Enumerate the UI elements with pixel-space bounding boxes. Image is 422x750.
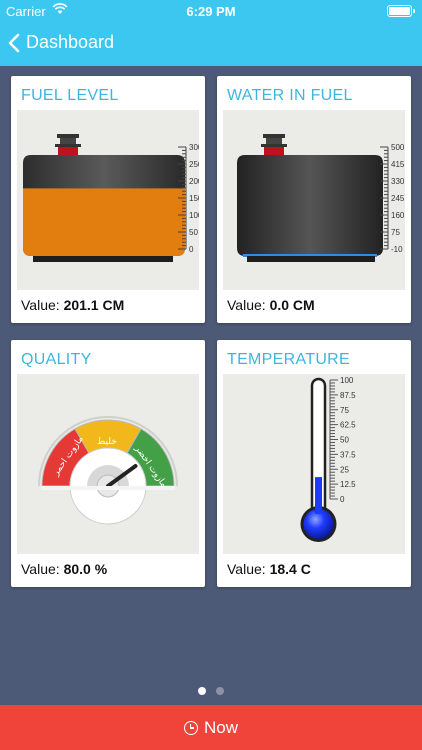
value-label: Value: [21,561,60,577]
thermometer: 100 87.5 75 62.5 50 37.5 25 12.5 0 [300,376,356,542]
value-number: 18.4 C [269,561,311,577]
status-bar: Carrier 6:29 PM [0,0,422,22]
scale-label: 100 [189,211,199,220]
temperature-scale: 100 87.5 75 62.5 50 37.5 25 12.5 0 [329,376,356,504]
status-time: 6:29 PM [186,4,236,19]
scale-label: 160 [391,211,405,220]
card-title: WATER IN FUEL [227,87,353,104]
water-in-fuel-card[interactable]: WATER IN FUEL 500 415 330 245 160 75 -10 Value… [217,76,411,323]
nav-bar: Dashboard [0,22,422,66]
mercury-column [315,477,322,514]
thermometer-panel: 100 87.5 75 62.5 50 37.5 25 12.5 0 [223,374,405,554]
water-scale: 500 415 330 245 160 75 -10 [380,143,405,254]
scale-label: 0 [340,495,345,504]
scale-label: 500 [391,143,405,152]
scale-label: 75 [391,228,400,237]
value-label: Value: [21,297,60,313]
clock-icon [183,720,198,735]
scale-label: 12.5 [340,480,356,489]
scale-label: 75 [340,406,349,415]
scale-label: 25 [340,465,349,474]
scale-label: -10 [391,245,403,254]
quality-gauge: مازوت احمر خليط مازوت اخضر [38,416,178,525]
card-title: QUALITY [21,351,92,368]
page-indicator [0,682,422,700]
scale-label: 330 [391,177,405,186]
card-title: TEMPERATURE [227,351,351,368]
quality-value: Value: 80.0 % [21,561,107,577]
now-button[interactable]: Now [0,705,422,750]
scale-label: 250 [189,160,199,169]
fuel-fill [23,188,185,256]
water-tank-graphic: 500 415 330 245 160 75 -10 [237,134,405,262]
scale-label: 245 [391,194,405,203]
chevron-left-icon [8,33,20,52]
value-number: 201.1 CM [63,297,125,313]
now-label: Now [203,717,238,737]
scale-label: 50 [189,228,198,237]
page-dot-2[interactable] [216,687,224,695]
temperature-card[interactable]: TEMPERATURE 100 87.5 75 62.5 50 37.5 25 12.5 0 V… [217,340,411,587]
scale-label: 415 [391,160,405,169]
water-tank-body [237,155,383,256]
gauge-label-mixed: خليط [97,437,117,447]
scale-label: 50 [340,436,349,445]
scale-label: 37.5 [340,450,356,459]
scale-label: 150 [189,194,199,203]
card-title: FUEL LEVEL [21,87,119,104]
scale-label: 62.5 [340,421,356,430]
water-tank-panel: 500 415 330 245 160 75 -10 [223,110,405,290]
value-label: Value: [227,561,266,577]
scale-label: 0 [189,245,194,254]
battery-icon [387,5,415,17]
temperature-value: Value: 18.4 C [227,561,311,577]
fuel-level-card[interactable]: FUEL LEVEL 300 250 200 150 100 50 0 Value: 201… [11,76,205,323]
page-dot-1[interactable] [198,687,206,695]
fuel-tank-graphic: 300 250 200 150 100 50 0 [23,134,199,262]
scale-label: 87.5 [340,391,356,400]
value-label: Value: [227,297,266,313]
scale-label: 300 [189,143,199,152]
quality-gauge-panel: مازوت احمر خليط مازوت اخضر [17,374,199,554]
value-number: 80.0 % [63,561,108,577]
back-label: Dashboard [26,32,115,52]
water-value: Value: 0.0 CM [227,297,315,313]
scale-label: 100 [340,376,354,385]
value-number: 0.0 CM [269,297,315,313]
back-button[interactable]: Dashboard [8,32,114,53]
fuel-tank-panel: 300 250 200 150 100 50 0 [17,110,199,290]
scale-label: 200 [189,177,199,186]
quality-card[interactable]: QUALITY مازوت احمر خليط مازوت اخضر Value… [11,340,205,587]
fuel-value: Value: 201.1 CM [21,297,124,313]
